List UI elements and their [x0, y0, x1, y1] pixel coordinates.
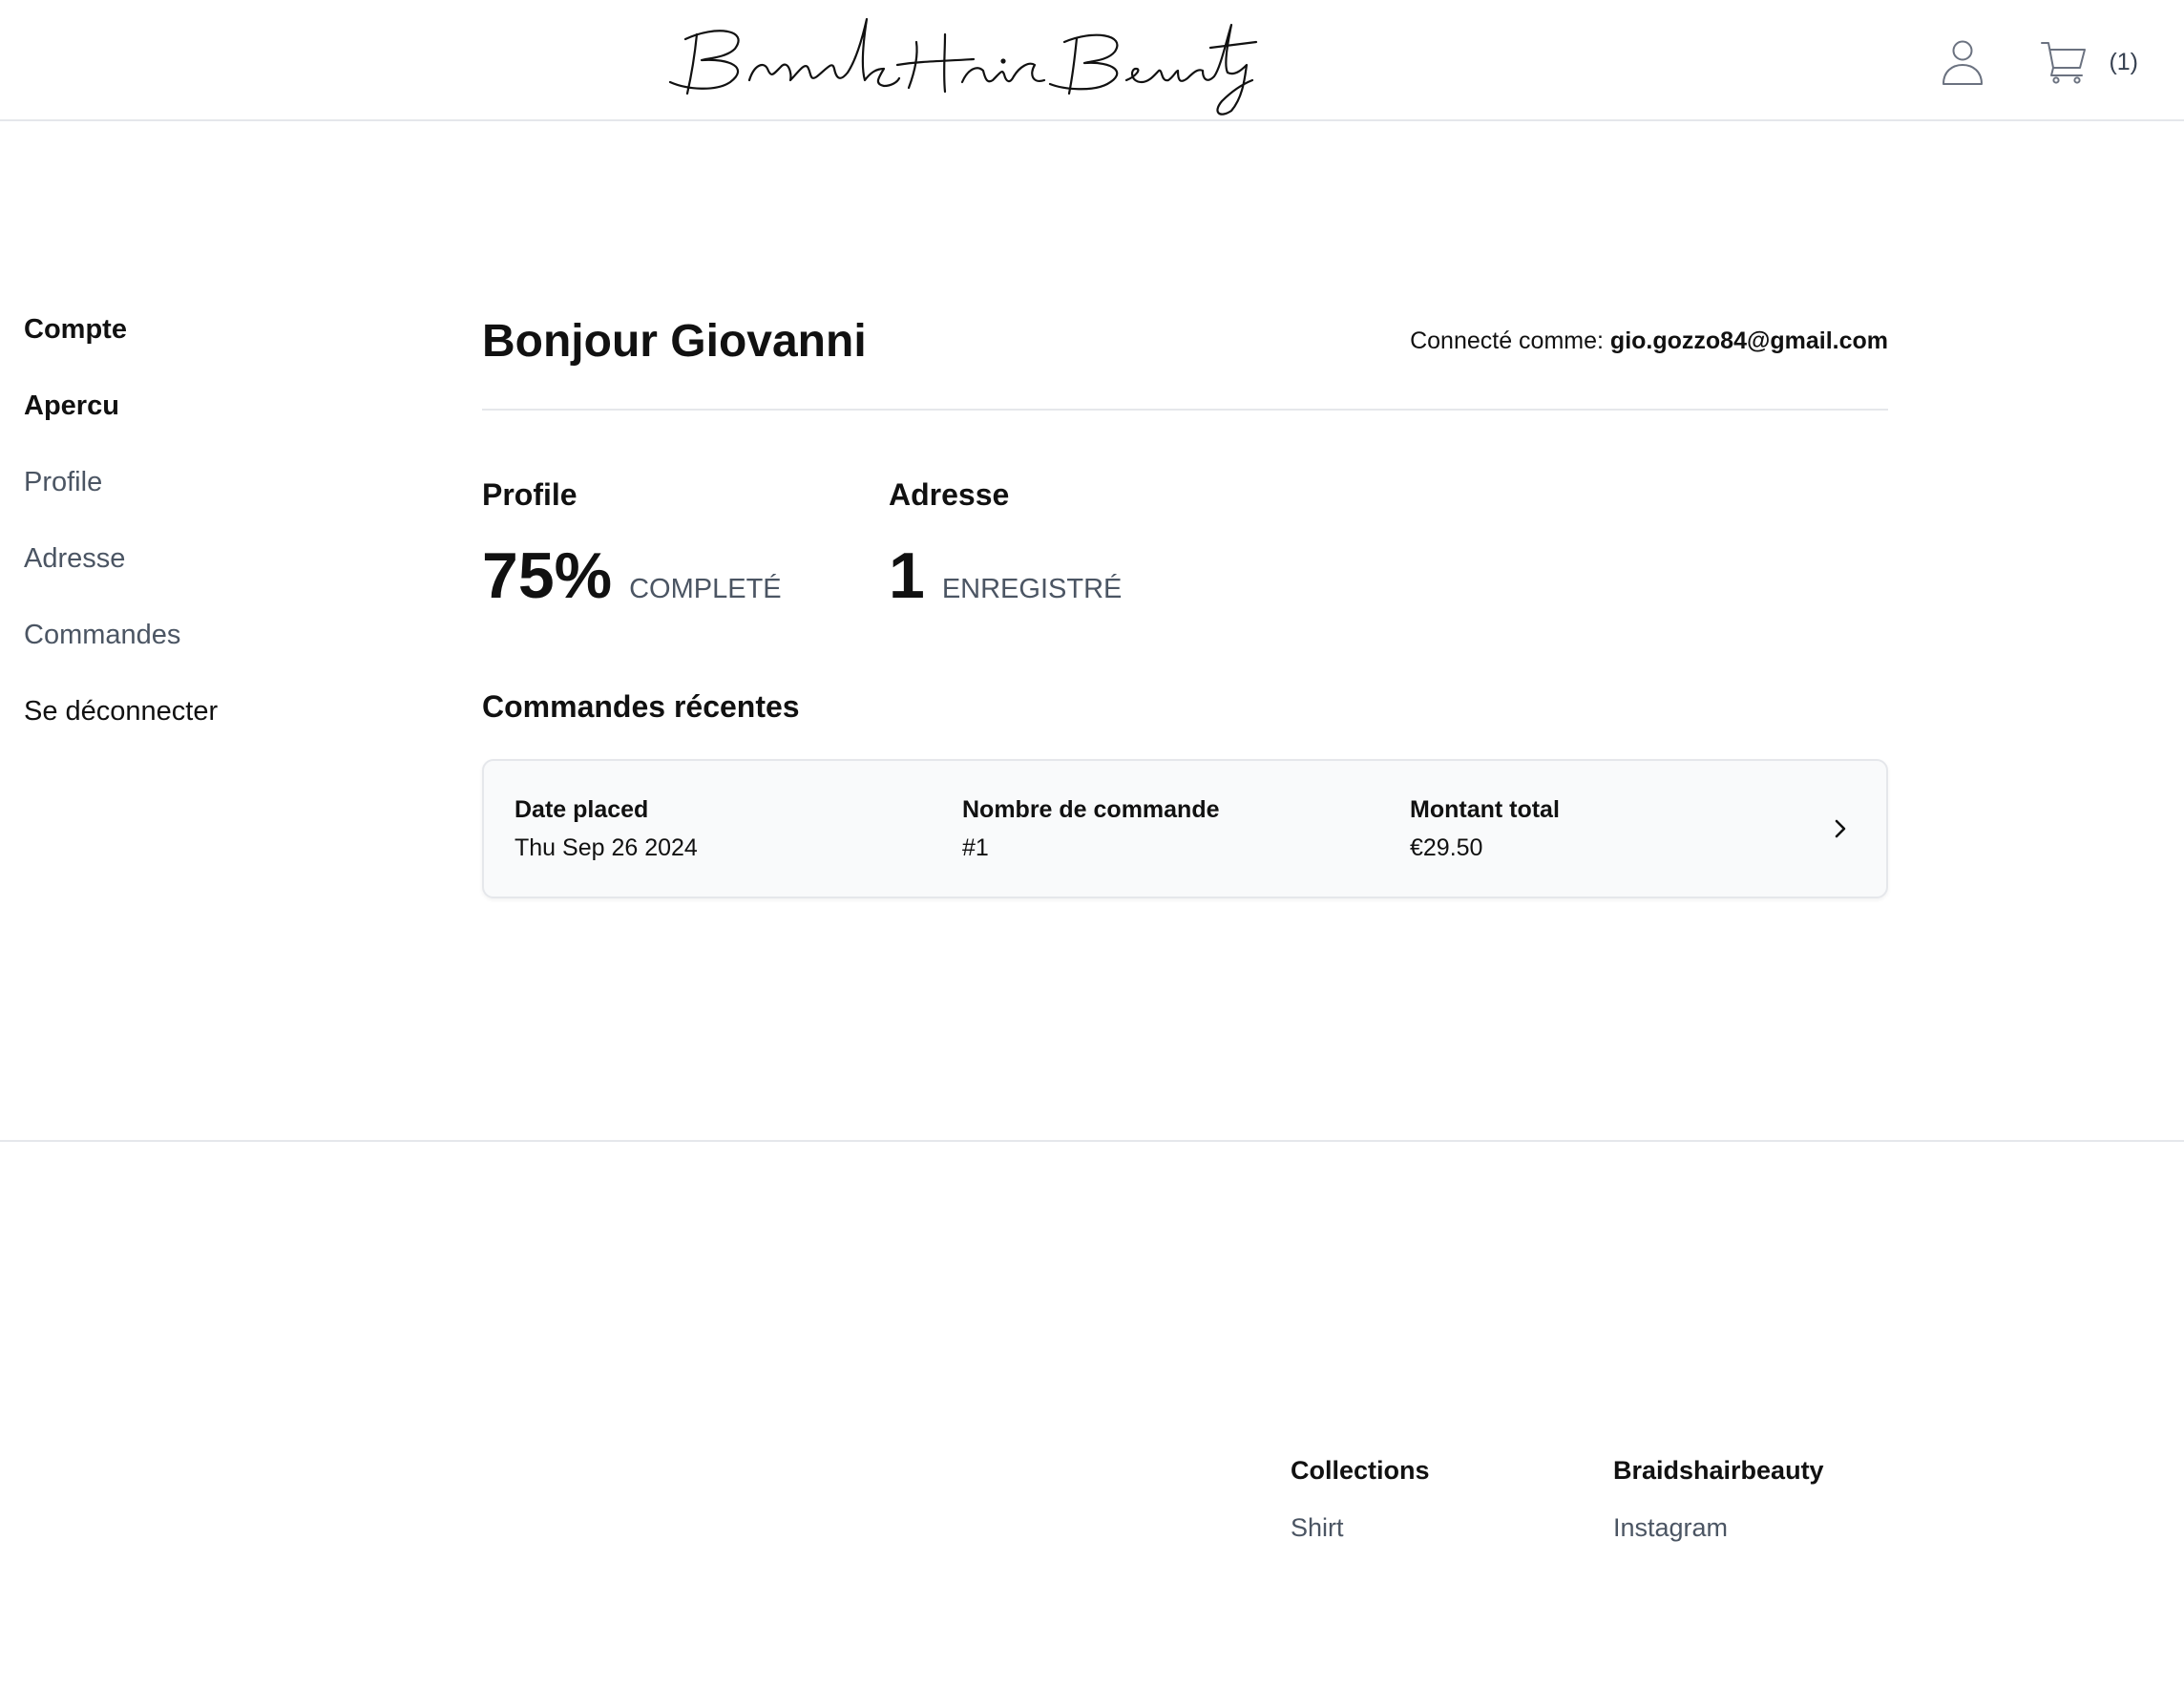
sidebar-item-profile[interactable]: Profile [24, 463, 329, 539]
account-button[interactable] [1941, 37, 1984, 87]
footer-column-brand: Braidshairbeauty Instagram [1613, 1451, 1936, 1547]
footer-link-instagram[interactable]: Instagram [1613, 1509, 1936, 1547]
cart-count: (1) [2109, 48, 2138, 75]
order-total-value: €29.50 [1410, 834, 1483, 861]
cart-button[interactable]: (1) [2040, 39, 2138, 85]
stat-title: Adresse [889, 477, 1010, 512]
footer-column-title: Braidshairbeauty [1613, 1456, 1824, 1485]
sidebar-item-apercu[interactable]: Apercu [24, 387, 329, 463]
order-number: Nombre de commande #1 [962, 792, 1410, 865]
footer-divider [0, 1140, 2184, 1142]
stat-title: Profile [482, 477, 578, 512]
footer-column-collections: Collections Shirt [1291, 1451, 1613, 1547]
sidebar-item-commandes[interactable]: Commandes [24, 616, 329, 692]
stat-value: 75% [482, 539, 613, 612]
stat-profile: Profile 75% Completé [482, 475, 889, 609]
order-date-label: Date placed [514, 796, 649, 823]
order-total-label: Montant total [1410, 796, 1560, 823]
recent-orders-title: Commandes récentes [482, 689, 800, 724]
order-number-value: #1 [962, 834, 989, 861]
sidebar-heading: Compte [24, 314, 127, 345]
sidebar-item-adresse[interactable]: Adresse [24, 539, 329, 616]
site-header: (1) [0, 0, 2184, 121]
account-overview: Bonjour Giovanni Connecté comme: gio.goz… [482, 310, 1888, 898]
stat-adresse: Adresse 1 Enregistré [889, 475, 1295, 609]
divider [482, 409, 1888, 411]
user-icon [1942, 40, 1984, 85]
footer-link-shirt[interactable]: Shirt [1291, 1509, 1613, 1547]
greeting-row: Bonjour Giovanni Connecté comme: gio.goz… [482, 310, 1888, 372]
brand-logo[interactable] [659, 6, 1270, 120]
stat-value-row: 1 Enregistré [889, 542, 1295, 609]
stat-unit: Enregistré [941, 574, 1123, 604]
order-card[interactable]: Date placed Thu Sep 26 2024 Nombre de co… [482, 759, 1888, 898]
brand-logo-script [668, 17, 1258, 116]
page-title: Bonjour Giovanni [482, 316, 867, 367]
header-actions: (1) [1941, 31, 2138, 94]
account-sidebar: Compte Apercu Profile Adresse Commandes … [24, 310, 329, 769]
site-footer: Collections Shirt Braidshairbeauty Insta… [1291, 1451, 1936, 1547]
signed-in-info: Connecté comme: gio.gozzo84@gmail.com [1410, 327, 1888, 355]
order-date: Date placed Thu Sep 26 2024 [514, 792, 962, 865]
stats: Profile 75% Completé Adresse 1 Enregistr… [482, 475, 1888, 609]
footer-column-title: Collections [1291, 1456, 1430, 1485]
stat-unit: Completé [629, 574, 782, 604]
cart-icon [2041, 42, 2087, 84]
signed-in-email: gio.gozzo84@gmail.com [1609, 327, 1888, 354]
stat-value-row: 75% Completé [482, 542, 889, 609]
signed-in-label: Connecté comme: [1410, 327, 1604, 354]
order-number-label: Nombre de commande [962, 796, 1220, 823]
chevron-right-icon[interactable] [1827, 815, 1854, 842]
order-total: Montant total €29.50 [1410, 792, 1858, 865]
order-date-value: Thu Sep 26 2024 [514, 834, 698, 861]
sidebar-item-logout[interactable]: Se déconnecter [24, 692, 329, 769]
stat-value: 1 [889, 539, 925, 612]
